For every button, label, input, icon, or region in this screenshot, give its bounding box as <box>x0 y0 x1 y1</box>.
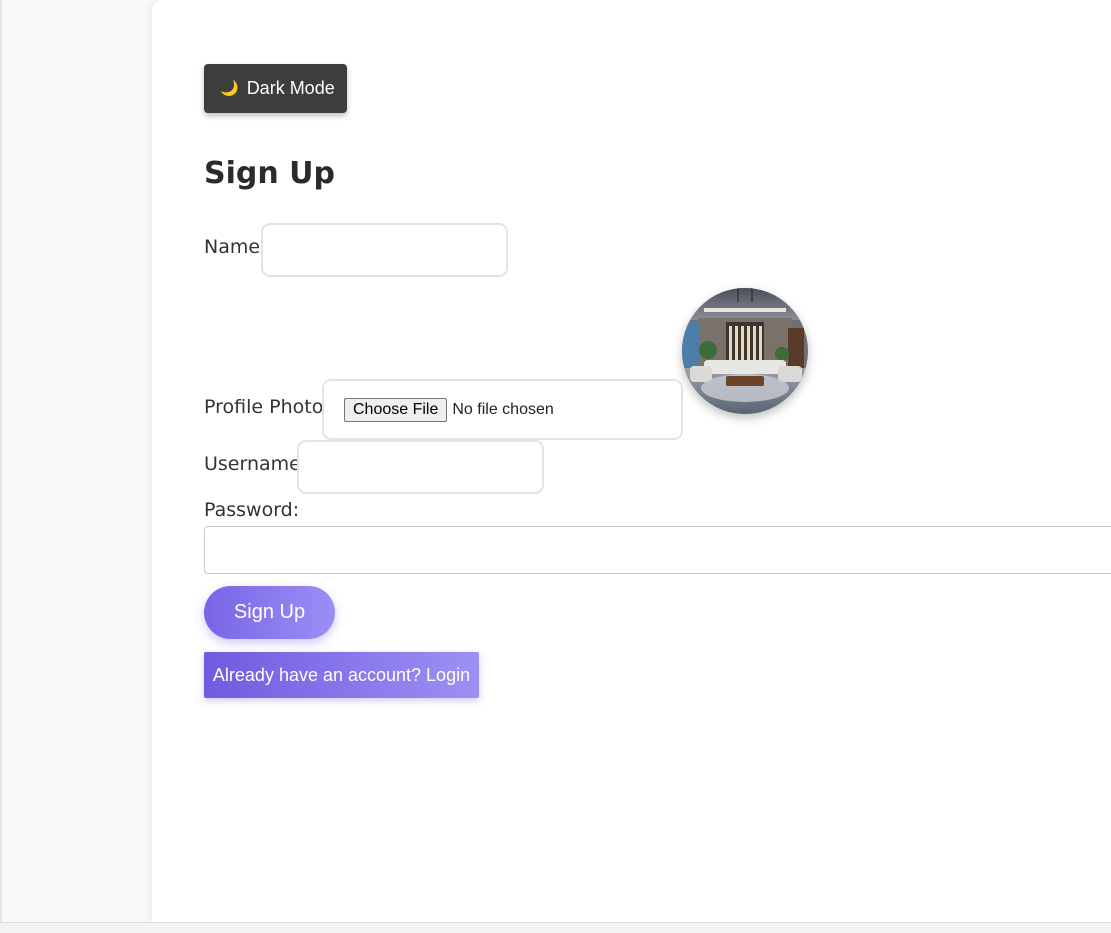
dark-mode-label: Dark Mode <box>246 78 335 98</box>
page-title: Sign Up <box>204 156 336 191</box>
name-input[interactable] <box>261 223 508 277</box>
password-input[interactable] <box>204 526 1111 574</box>
living-room-image <box>682 288 808 414</box>
profile-photo-file-field[interactable]: Choose File No file chosen <box>322 379 683 440</box>
browser-viewport: 🌙 Dark Mode Sign Up Name: Profile Photo:… <box>0 0 1111 924</box>
sign-up-button[interactable]: Sign Up <box>204 586 335 639</box>
window-bottom-edge <box>0 922 1111 933</box>
profile-photo-preview <box>682 288 808 414</box>
dark-mode-toggle-button[interactable]: 🌙 Dark Mode <box>204 64 347 113</box>
moon-icon: 🌙 <box>220 80 239 97</box>
choose-file-button[interactable]: Choose File <box>344 397 448 422</box>
password-label: Password: <box>204 499 300 521</box>
signup-card: 🌙 Dark Mode Sign Up Name: Profile Photo:… <box>152 0 1111 922</box>
username-label: Username: <box>204 453 308 475</box>
name-label: Name: <box>204 236 267 258</box>
username-input[interactable] <box>297 440 544 494</box>
file-status-text: No file chosen <box>452 400 554 418</box>
login-link-button[interactable]: Already have an account? Login <box>204 652 479 698</box>
profile-photo-label: Profile Photo: <box>204 396 330 418</box>
